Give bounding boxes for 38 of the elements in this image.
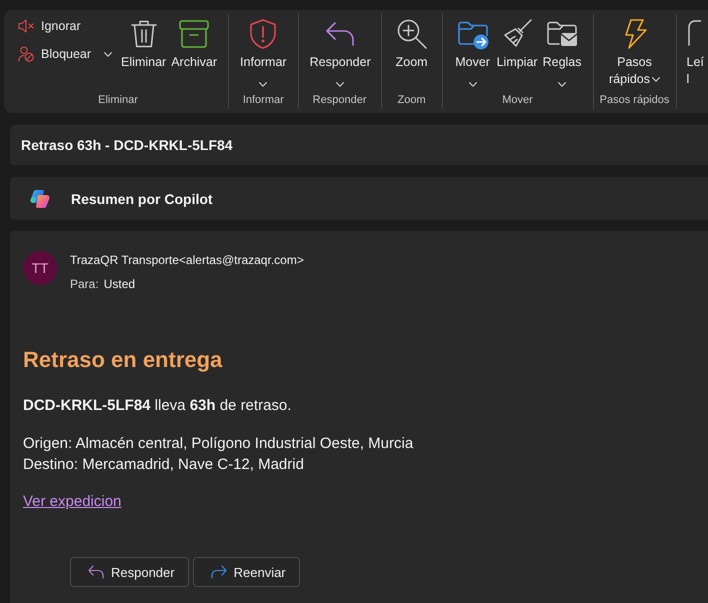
route-line: Destino: Mercamadrid, Nave C-12, Madrid xyxy=(23,455,305,475)
archive-box-icon xyxy=(178,18,210,50)
group-label: Informar xyxy=(242,93,284,107)
recipient-label: Para: xyxy=(70,276,99,292)
sender-address: TrazaQR Transporte<alertas@trazaqr.com> xyxy=(70,252,304,268)
copilot-icon xyxy=(30,190,50,208)
block-button[interactable]: Bloquear xyxy=(18,44,112,64)
rules-button[interactable]: Reglas xyxy=(542,18,583,87)
copilot-summary-button[interactable]: Resumen por Copilot xyxy=(10,177,708,220)
sender-avatar: TT xyxy=(23,251,57,285)
sweep-button[interactable]: Limpiar xyxy=(496,18,539,71)
delay-summary: DCD-KRKL-5LF84 lleva 63h de retraso. xyxy=(23,396,292,416)
person-blocked-icon xyxy=(18,46,34,62)
read-button[interactable]: Leí l xyxy=(686,18,704,88)
move-button[interactable]: Mover xyxy=(452,18,493,87)
forward-arrow-icon xyxy=(210,564,227,580)
group-label: Zoom xyxy=(398,93,426,107)
subject-title: Retraso 63h - DCD-KRKL-5LF84 xyxy=(21,137,233,153)
route-line: Origen: Almacén central, Polígono Industrial Oeste, Murcia xyxy=(23,434,414,454)
recipient-name: Usted xyxy=(104,276,136,292)
muted-speaker-icon xyxy=(18,18,34,34)
group-label: Mover xyxy=(502,93,533,107)
zoom-button[interactable]: Zoom xyxy=(392,18,432,71)
quick-steps-button[interactable]: Pasos rápidos xyxy=(604,18,666,88)
reply-arrow-icon xyxy=(88,564,104,580)
message-heading: Retraso en entrega xyxy=(23,346,224,374)
group-label: Responder xyxy=(312,93,366,107)
ignore-button[interactable]: Ignorar xyxy=(18,16,112,36)
reply-button[interactable]: Responder xyxy=(308,18,371,87)
report-button[interactable]: Informar xyxy=(239,18,288,87)
forward-button[interactable]: Reenviar xyxy=(192,557,300,587)
group-label: Pasos rápidos xyxy=(600,93,670,107)
reply-button[interactable]: Responder xyxy=(70,557,189,587)
archive-button[interactable]: Archivar xyxy=(170,18,218,71)
delete-button[interactable]: Eliminar xyxy=(120,18,168,71)
zoom-in-icon xyxy=(396,18,428,50)
shipment-link[interactable]: Ver expedicion xyxy=(23,491,122,512)
group-label: Eliminar xyxy=(98,93,138,107)
